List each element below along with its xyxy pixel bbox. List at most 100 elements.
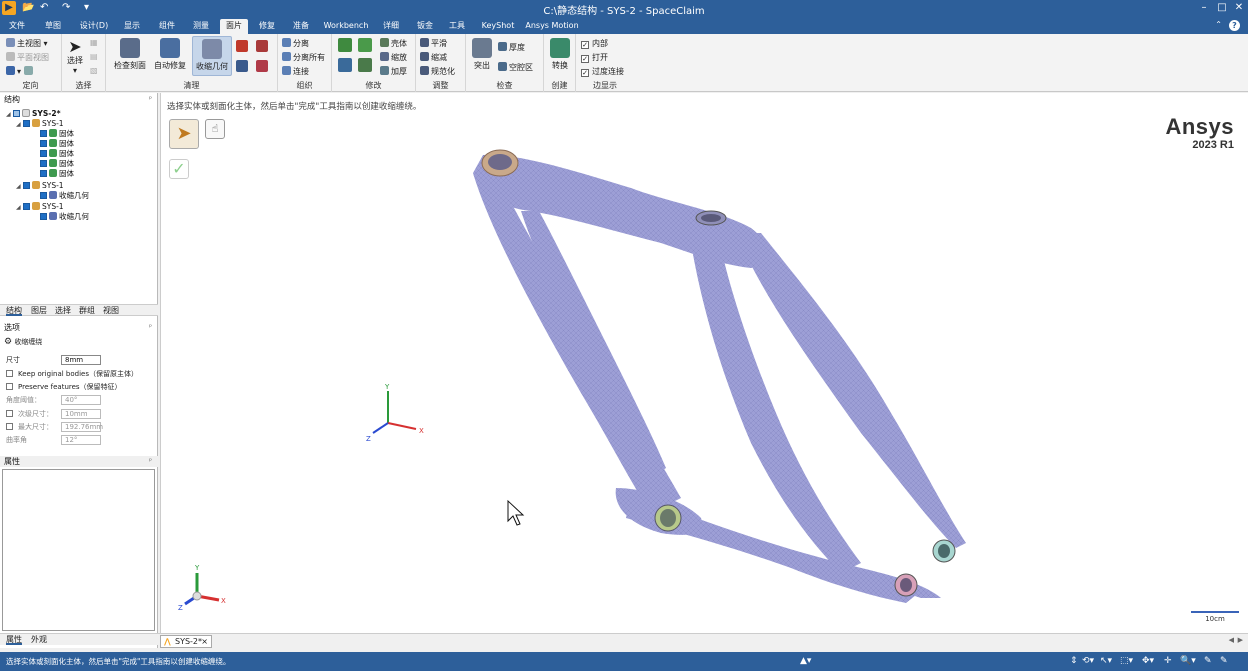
bore-top-left[interactable] xyxy=(481,149,519,177)
shell-button[interactable]: 壳体 xyxy=(380,38,407,49)
tab-views[interactable]: 视图 xyxy=(103,305,119,316)
tree-item-solid[interactable]: 固体 xyxy=(40,159,74,169)
bore-bottom-right-1[interactable] xyxy=(894,573,918,597)
bore-bottom-left[interactable] xyxy=(654,504,682,532)
visibility-checkbox[interactable] xyxy=(40,170,47,177)
tab-scroll-left-icon[interactable]: ◀ xyxy=(1229,636,1234,644)
measure-pen-icon[interactable]: ✎ xyxy=(1220,656,1228,666)
rotate-icon[interactable]: ⟲▾ xyxy=(1082,656,1094,666)
pin-icon[interactable]: ᵖ xyxy=(149,322,152,333)
max-size-checkbox[interactable] xyxy=(6,423,13,430)
pan-icon[interactable]: ✥▾ xyxy=(1142,656,1154,666)
warning-icon[interactable]: ▲▾ xyxy=(800,656,811,666)
tab-appearance[interactable]: 外观 xyxy=(31,634,47,645)
cleanup-tool-2-icon[interactable] xyxy=(256,40,270,54)
tree-item-shrinkwrap[interactable]: 收缩几何 xyxy=(40,212,89,222)
tab-design[interactable]: 设计(D) xyxy=(76,19,112,34)
separate-button[interactable]: 分离 xyxy=(282,38,309,49)
size-input[interactable]: 8mm xyxy=(61,355,101,365)
tab-structure[interactable]: 结构 xyxy=(6,305,22,316)
tab-sketch[interactable]: 草图 xyxy=(40,19,66,34)
keep-original-option[interactable]: Keep original bodies（保留原主体） xyxy=(6,369,138,380)
overconnected-checkbox[interactable]: ✓ xyxy=(581,69,589,77)
tree-item-solid[interactable]: 固体 xyxy=(40,149,74,159)
visibility-checkbox[interactable] xyxy=(40,213,47,220)
tab-keyshot[interactable]: KeyShot xyxy=(478,19,518,34)
modify-tool-1-icon[interactable] xyxy=(338,38,354,54)
cleanup-tool-1-icon[interactable] xyxy=(236,40,250,54)
convert-button[interactable]: 转换 xyxy=(548,38,572,71)
select-mode-icon[interactable]: ↖▾ xyxy=(1100,656,1112,666)
check-facets-button[interactable]: 检查刻面 xyxy=(112,38,148,71)
fit-icon[interactable]: ✛ xyxy=(1164,656,1172,666)
help-icon[interactable]: ? xyxy=(1229,20,1240,31)
overconnected-toggle[interactable]: ✓ 过度连接 xyxy=(581,67,624,77)
close-button[interactable]: ✕ xyxy=(1231,1,1247,15)
view-cube-button[interactable]: ▾ xyxy=(6,66,35,77)
tree-item-shrinkwrap[interactable]: 收缩几何 xyxy=(40,191,89,201)
doc-tab-sys2[interactable]: ⋀ SYS-2* × xyxy=(160,635,212,648)
tree-item-solid[interactable]: 固体 xyxy=(40,129,74,139)
plan-view-button[interactable]: 平面视图 xyxy=(6,52,49,63)
collapse-icon[interactable]: ◢ xyxy=(16,203,23,213)
tab-facets[interactable]: 面片 xyxy=(220,19,248,34)
tab-ansys-motion[interactable]: Ansys Motion xyxy=(524,19,580,34)
angle-input[interactable]: 40° xyxy=(61,395,101,405)
keep-original-checkbox[interactable] xyxy=(6,370,13,377)
pin-icon[interactable]: ᵖ xyxy=(149,94,152,105)
tab-groups[interactable]: 群组 xyxy=(79,305,95,316)
visibility-checkbox[interactable] xyxy=(23,203,30,210)
internal-edges-checkbox[interactable]: ✓ xyxy=(581,41,589,49)
regularize-button[interactable]: 规范化 xyxy=(420,66,455,77)
merge-button[interactable]: 连接 xyxy=(282,66,309,77)
tree-item-sys1[interactable]: ◢ SYS-1 xyxy=(16,181,64,191)
cleanup-tool-3-icon[interactable] xyxy=(236,60,250,74)
maximize-button[interactable]: □ xyxy=(1214,1,1230,15)
tree-item-sys1[interactable]: ◢ SYS-1 xyxy=(16,202,64,212)
close-tab-icon[interactable]: × xyxy=(201,636,208,647)
open-edges-checkbox[interactable]: ✓ xyxy=(581,55,589,63)
secondary-size-input[interactable]: 10mm xyxy=(61,409,101,419)
auto-fix-button[interactable]: 自动修复 xyxy=(152,38,188,71)
collapse-icon[interactable]: ◢ xyxy=(16,182,23,192)
max-size-option[interactable]: 最大尺寸： xyxy=(6,422,53,433)
cleanup-tool-4-icon[interactable] xyxy=(256,60,270,74)
tree-item-solid[interactable]: 固体 xyxy=(40,169,74,179)
preserve-features-checkbox[interactable] xyxy=(6,383,13,390)
collapse-icon[interactable]: ◢ xyxy=(16,120,23,130)
minimize-button[interactable]: – xyxy=(1196,1,1212,15)
collapse-ribbon-icon[interactable]: ⌃ xyxy=(1215,20,1222,29)
scale-button[interactable]: 缩放 xyxy=(380,52,407,63)
max-size-input[interactable]: 192.76mm xyxy=(61,422,103,432)
design-viewport[interactable]: 选择实体或刻面化主体，然后单击"完成"工具指南以创建收缩缠绕。 ➤ ☝ ✓ An… xyxy=(160,93,1248,633)
curvature-input[interactable]: 12° xyxy=(61,435,101,445)
tab-file[interactable]: 文件 xyxy=(4,19,30,34)
thickness-button[interactable]: 厚度 xyxy=(498,42,525,53)
shrinkwrap-button[interactable]: 收缩几何 xyxy=(192,36,232,76)
modify-tool-4-icon[interactable] xyxy=(358,58,374,74)
tab-properties[interactable]: 属性 xyxy=(6,634,22,645)
tab-detail[interactable]: 详细 xyxy=(378,19,404,34)
box-select-icon[interactable]: ⬚▾ xyxy=(1120,656,1133,666)
home-view-button[interactable]: 主视图 ▾ xyxy=(6,38,48,49)
tab-display[interactable]: 显示 xyxy=(120,19,144,34)
overhang-button[interactable]: 突出 xyxy=(470,38,494,71)
internal-edges-toggle[interactable]: ✓ 内部 xyxy=(581,39,608,49)
spin-mode-icon[interactable]: ⇕ xyxy=(1070,656,1078,666)
visibility-checkbox[interactable] xyxy=(40,140,47,147)
tab-scroll-right-icon[interactable]: ▶ xyxy=(1238,636,1243,644)
pin-icon[interactable]: ᵖ xyxy=(149,456,152,467)
visibility-checkbox[interactable] xyxy=(40,150,47,157)
tab-repair[interactable]: 修复 xyxy=(254,19,280,34)
tab-workbench[interactable]: Workbench xyxy=(322,19,370,34)
tab-prepare[interactable]: 准备 xyxy=(288,19,314,34)
open-edges-toggle[interactable]: ✓ 打开 xyxy=(581,53,608,63)
bore-bottom-right-2[interactable] xyxy=(932,539,956,563)
tree-item-solid[interactable]: 固体 xyxy=(40,139,74,149)
secondary-size-option[interactable]: 次级尺寸： xyxy=(6,409,53,420)
tab-measure[interactable]: 测量 xyxy=(188,19,214,34)
select-tool-4-icon[interactable]: ▧ xyxy=(90,66,98,76)
tab-tools[interactable]: 工具 xyxy=(444,19,470,34)
select-tool-3-icon[interactable]: ▤ xyxy=(90,52,98,62)
select-button[interactable]: ➤ 选择 ▾ xyxy=(66,38,84,76)
